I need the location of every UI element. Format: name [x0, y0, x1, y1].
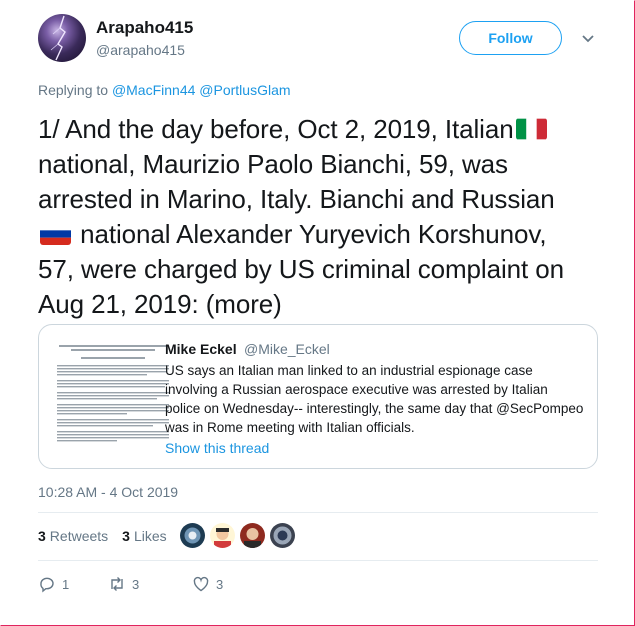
liker-avatar[interactable]: [210, 523, 235, 548]
tweet-line: national Alexander Yuryevich Korshunov,: [73, 219, 547, 249]
russia-flag-icon: [40, 223, 71, 245]
liker-avatar[interactable]: [270, 523, 295, 548]
retweets-count: 3: [38, 528, 46, 544]
tweet-timestamp[interactable]: 10:28 AM - 4 Oct 2019: [38, 484, 178, 500]
show-thread-link[interactable]: Show this thread: [165, 440, 269, 456]
mention-link[interactable]: @PortlusGlam: [199, 82, 290, 98]
retweets-label: Retweets: [49, 528, 109, 544]
tweet-text: 1/ And the day before, Oct 2, 2019, Ital…: [38, 112, 618, 322]
retweet-icon: [111, 577, 123, 591]
tweet-line: Aug 21, 2019: (more): [38, 289, 282, 319]
likes-stat[interactable]: 3 Likes: [122, 528, 166, 544]
tweet-line: arrested in Marino, Italy. Bianchi and R…: [38, 184, 555, 214]
engagement-stats: 3 Retweets 3 Likes: [38, 528, 167, 544]
divider: [38, 512, 598, 513]
reply-icon: [40, 577, 54, 593]
quoted-author-name[interactable]: Mike Eckel: [165, 341, 237, 357]
likes-count: 3: [122, 528, 130, 544]
heart-icon: [193, 576, 209, 592]
like-count: 3: [216, 576, 224, 592]
user-avatar[interactable]: [38, 14, 86, 62]
divider: [38, 560, 598, 561]
replying-to: Replying to @MacFinn44 @PortlusGlam: [38, 82, 291, 98]
quoted-tweet[interactable]: Mike Eckel @Mike_Eckel US says an Italia…: [38, 324, 598, 469]
liker-avatar[interactable]: [180, 523, 205, 548]
italy-flag-icon: [515, 118, 547, 140]
tweet-line: 57, were charged by US criminal complain…: [38, 254, 564, 284]
tweet-line: national, Maurizio Paolo Bianchi, 59, wa…: [38, 149, 508, 179]
liker-avatars: [180, 523, 295, 548]
likes-label: Likes: [133, 528, 167, 544]
retweet-count: 3: [132, 576, 140, 592]
retweet-action[interactable]: 3: [108, 575, 192, 593]
quoted-tweet-text: US says an Italian man linked to an indu…: [165, 363, 584, 435]
reply-count: 1: [62, 576, 70, 592]
user-handle[interactable]: @arapaho415: [96, 42, 185, 58]
mention-link[interactable]: @MacFinn44: [112, 82, 195, 98]
tweet-line: 1/ And the day before, Oct 2, 2019, Ital…: [38, 114, 514, 144]
retweets-stat[interactable]: 3 Retweets: [38, 528, 108, 544]
replying-to-label: Replying to: [38, 82, 109, 98]
follow-button[interactable]: Follow: [459, 21, 562, 55]
user-name[interactable]: Arapaho415: [96, 18, 193, 38]
reply-action[interactable]: 1: [38, 575, 108, 593]
document-thumbnail: [51, 335, 176, 455]
liker-avatar[interactable]: [240, 523, 265, 548]
like-action[interactable]: 3: [192, 575, 223, 593]
chevron-down-icon[interactable]: [580, 30, 596, 46]
quoted-author-handle[interactable]: @Mike_Eckel: [244, 341, 330, 357]
tweet-actions: 1 3 3: [38, 575, 223, 593]
